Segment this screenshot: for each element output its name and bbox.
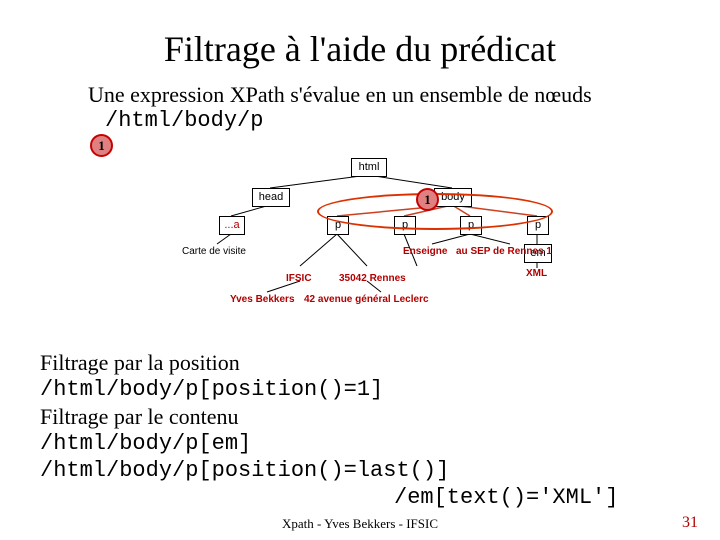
- leaf-xml: XML: [526, 268, 547, 279]
- node-p2: p: [394, 216, 416, 235]
- filter-by-position-label: Filtrage par la position: [40, 350, 240, 376]
- node-p1: p: [327, 216, 349, 235]
- callout-badge-1: 1: [90, 134, 113, 157]
- filter-by-position-expr: /html/body/p[position()=1]: [40, 377, 383, 402]
- node-body: body: [434, 188, 472, 207]
- leaf-enseigne: Enseigne: [403, 246, 447, 257]
- node-p4: p: [527, 216, 549, 235]
- leaf-cp: 35042 Rennes: [339, 273, 406, 284]
- node-p3: p: [460, 216, 482, 235]
- node-head: head: [252, 188, 290, 207]
- leaf-yves: Yves Bekkers: [230, 294, 295, 305]
- slide-title: Filtrage à l'aide du prédicat: [0, 28, 720, 70]
- filter-by-content-label: Filtrage par le contenu: [40, 404, 239, 430]
- filter-by-content-expr-1: /html/body/p[em]: [40, 431, 251, 456]
- slide-footer: Xpath - Yves Bekkers - IFSIC: [0, 516, 720, 532]
- page-number: 31: [682, 514, 698, 532]
- xpath-expression: /html/body/p: [105, 108, 263, 133]
- filter-by-content-expr-3: /em[text()='XML']: [394, 485, 618, 510]
- node-head-child: ...a: [219, 216, 245, 235]
- leaf-carte: Carte de visite: [182, 246, 246, 257]
- node-html: html: [351, 158, 387, 177]
- slide: Filtrage à l'aide du prédicat Une expres…: [0, 0, 720, 540]
- leaf-sep: au SEP de Rennes 1: [456, 246, 552, 257]
- leaf-ifsic: IFSIC: [286, 273, 312, 284]
- dom-tree-diagram: html head body ...a p p p p em Carte de …: [170, 158, 552, 310]
- filter-by-content-expr-2: /html/body/p[position()=last()]: [40, 458, 449, 483]
- leaf-addr: 42 avenue général Leclerc: [304, 294, 429, 305]
- intro-text: Une expression XPath s'évalue en un ense…: [88, 82, 592, 108]
- callout-badge-2: 1: [416, 188, 439, 211]
